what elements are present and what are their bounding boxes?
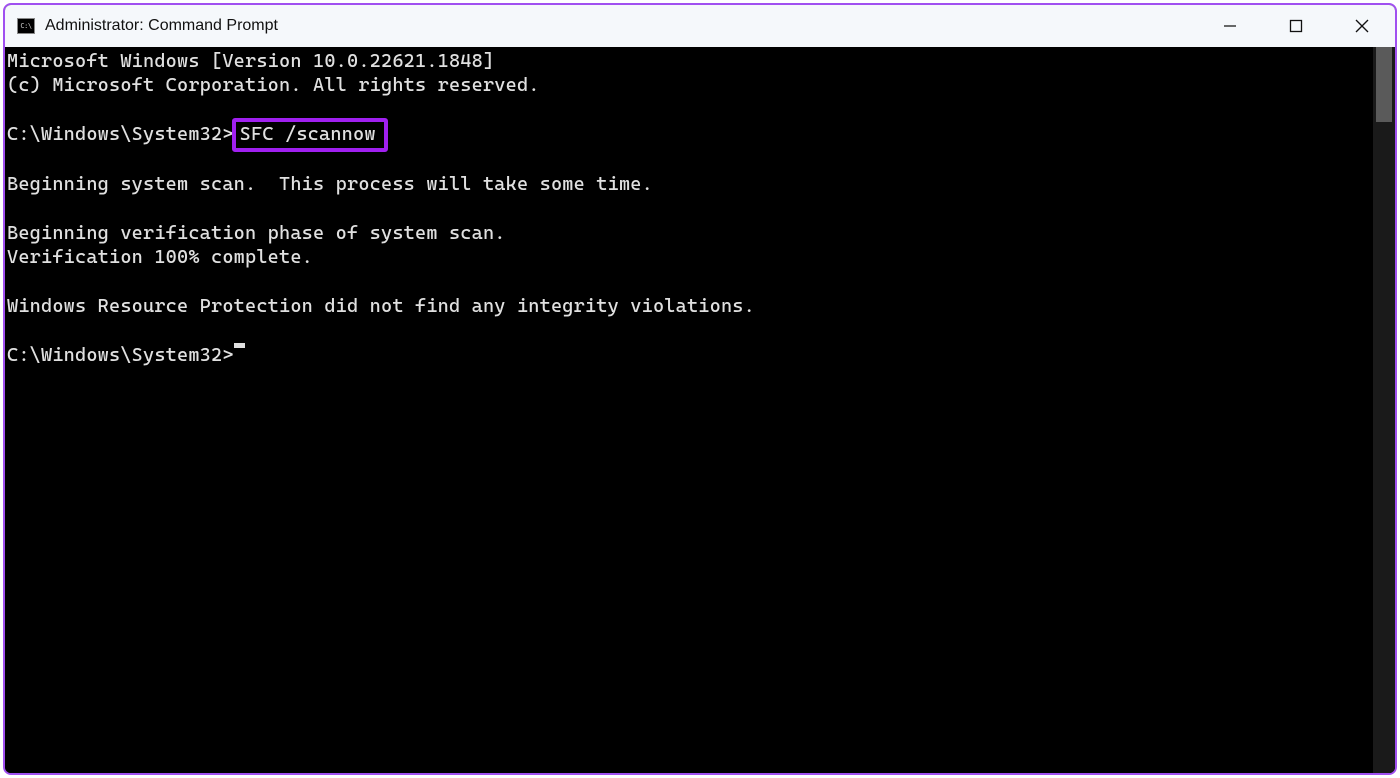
output-line: Verification 100% complete. <box>7 245 1373 269</box>
window-controls <box>1197 5 1395 47</box>
maximize-button[interactable] <box>1263 5 1329 47</box>
command-highlight: SFC /scannow <box>232 118 388 152</box>
close-button[interactable] <box>1329 5 1395 47</box>
prompt-line: C:\Windows\System32> <box>7 343 1373 367</box>
command-text: SFC /scannow <box>240 123 376 145</box>
output-line: (c) Microsoft Corporation. All rights re… <box>7 73 1373 97</box>
output-line: Beginning verification phase of system s… <box>7 221 1373 245</box>
maximize-icon <box>1289 19 1303 33</box>
minimize-button[interactable] <box>1197 5 1263 47</box>
command-prompt-window: C:\ Administrator: Command Prompt Micros… <box>3 3 1397 775</box>
output-line: Microsoft Windows [Version 10.0.22621.18… <box>7 49 1373 73</box>
content-area: Microsoft Windows [Version 10.0.22621.18… <box>5 47 1395 773</box>
output-line <box>7 270 1373 294</box>
output-line <box>7 148 1373 172</box>
output-line: Beginning system scan. This process will… <box>7 172 1373 196</box>
output-line <box>7 98 1373 122</box>
scrollbar-thumb[interactable] <box>1376 47 1392 122</box>
cursor <box>234 343 245 348</box>
terminal-output[interactable]: Microsoft Windows [Version 10.0.22621.18… <box>5 47 1373 773</box>
cmd-icon: C:\ <box>17 18 35 34</box>
cmd-icon-text: C:\ <box>20 23 31 30</box>
prompt-path: C:\Windows\System32> <box>7 343 234 367</box>
output-line <box>7 318 1373 342</box>
close-icon <box>1355 19 1369 33</box>
output-line <box>7 197 1373 221</box>
scrollbar[interactable] <box>1373 47 1395 773</box>
minimize-icon <box>1223 19 1237 33</box>
window-title: Administrator: Command Prompt <box>45 17 278 35</box>
prompt-line: C:\Windows\System32> SFC /scannow <box>7 122 1373 148</box>
prompt-path: C:\Windows\System32> <box>7 122 234 146</box>
output-line: Windows Resource Protection did not find… <box>7 294 1373 318</box>
titlebar[interactable]: C:\ Administrator: Command Prompt <box>5 5 1395 47</box>
